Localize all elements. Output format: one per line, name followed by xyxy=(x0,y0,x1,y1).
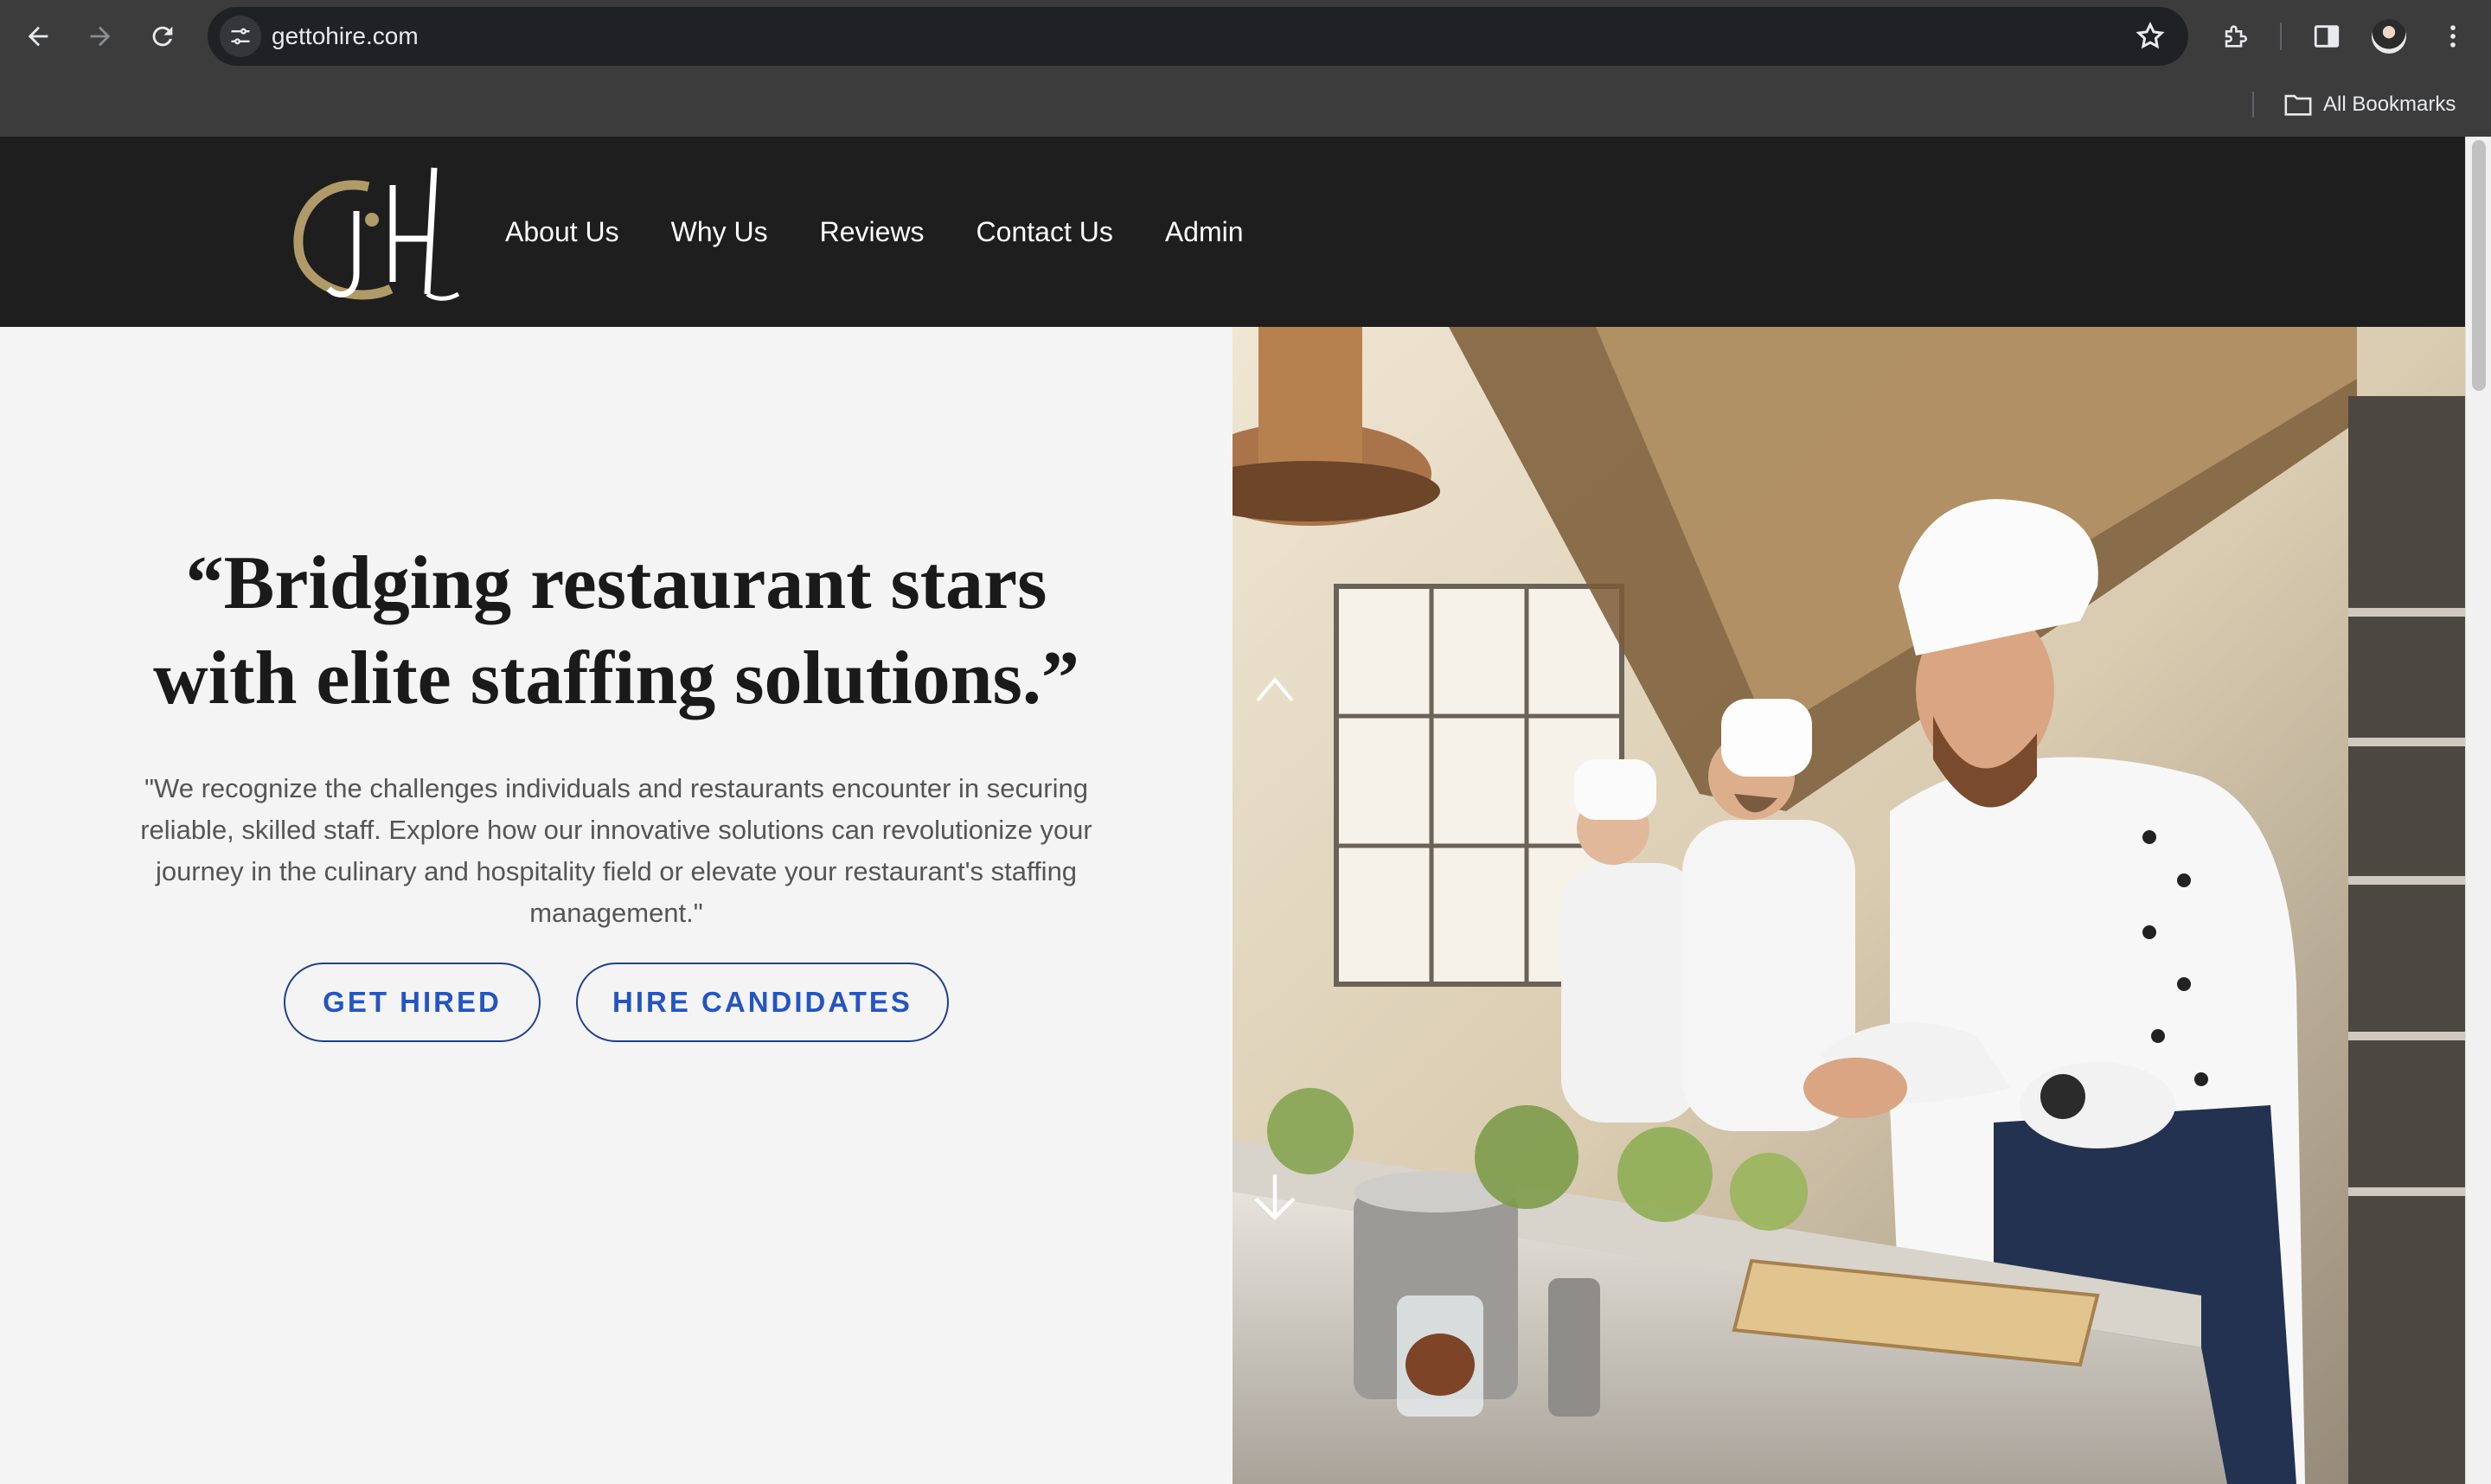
carousel-down-arrow-icon[interactable] xyxy=(1249,1171,1301,1223)
kebab-menu-icon xyxy=(2450,25,2456,48)
extensions-button[interactable] xyxy=(2216,17,2254,55)
all-bookmarks-button[interactable]: All Bookmarks xyxy=(2283,88,2456,121)
chefs-kitchen-image xyxy=(1233,327,2465,1484)
hero-headline-line-1: “Bridging restaurant stars xyxy=(185,541,1047,625)
puzzle-icon xyxy=(2225,25,2247,48)
carousel-up-arrow-icon[interactable] xyxy=(1249,666,1301,718)
nav-why-us[interactable]: Why Us xyxy=(671,216,768,248)
reload-button[interactable] xyxy=(142,17,183,55)
site-header: About Us Why Us Reviews Contact Us Admin xyxy=(0,137,2491,327)
back-button[interactable] xyxy=(17,17,59,55)
scrollbar-thumb[interactable] xyxy=(2472,140,2486,391)
all-bookmarks-label: All Bookmarks xyxy=(2323,93,2456,116)
hire-candidates-button[interactable]: HIRE CANDIDATES xyxy=(576,963,949,1042)
toolbar-divider xyxy=(2280,22,2282,50)
browser-toolbar: gettohire.com xyxy=(0,0,2491,73)
url-text[interactable]: gettohire.com xyxy=(272,7,419,66)
arrow-left-icon xyxy=(28,26,48,47)
bookmarks-divider xyxy=(2252,92,2254,118)
star-icon[interactable] xyxy=(2135,21,2166,52)
main-nav: About Us Why Us Reviews Contact Us Admin xyxy=(505,137,1244,327)
browser-chrome: gettohire.com All Bookmarks xyxy=(0,0,2491,137)
hero-headline: “Bridging restaurant stars with elite st… xyxy=(69,536,1163,726)
arrow-right-icon xyxy=(90,26,111,47)
nav-reviews[interactable]: Reviews xyxy=(820,216,925,248)
get-hired-button[interactable]: GET HIRED xyxy=(284,963,541,1042)
website: About Us Why Us Reviews Contact Us Admin… xyxy=(0,137,2491,1484)
nav-admin[interactable]: Admin xyxy=(1165,216,1244,248)
gh-logo[interactable] xyxy=(289,159,462,306)
profile-avatar[interactable] xyxy=(2372,19,2406,54)
forward-button[interactable] xyxy=(80,17,121,55)
hero-headline-line-2: with elite staffing solutions.” xyxy=(153,636,1079,720)
nav-contact-us[interactable]: Contact Us xyxy=(977,216,1113,248)
hero-text-panel: “Bridging restaurant stars with elite st… xyxy=(0,327,1233,1484)
page-scrollbar[interactable] xyxy=(2465,137,2491,1484)
kitchen-illustration xyxy=(1233,327,2465,1484)
reload-icon xyxy=(152,26,173,47)
bookmarks-bar: All Bookmarks xyxy=(0,73,2491,137)
site-info-button[interactable] xyxy=(220,16,261,57)
tune-icon xyxy=(231,28,250,45)
side-panel-icon xyxy=(2314,25,2340,48)
side-panel-button[interactable] xyxy=(2308,17,2346,55)
menu-button[interactable] xyxy=(2434,17,2472,55)
address-bar[interactable]: gettohire.com xyxy=(208,7,2188,66)
folder-icon xyxy=(2284,94,2312,116)
nav-about-us[interactable]: About Us xyxy=(505,216,619,248)
hero-subtext: "We recognize the challenges individuals… xyxy=(140,773,1092,928)
